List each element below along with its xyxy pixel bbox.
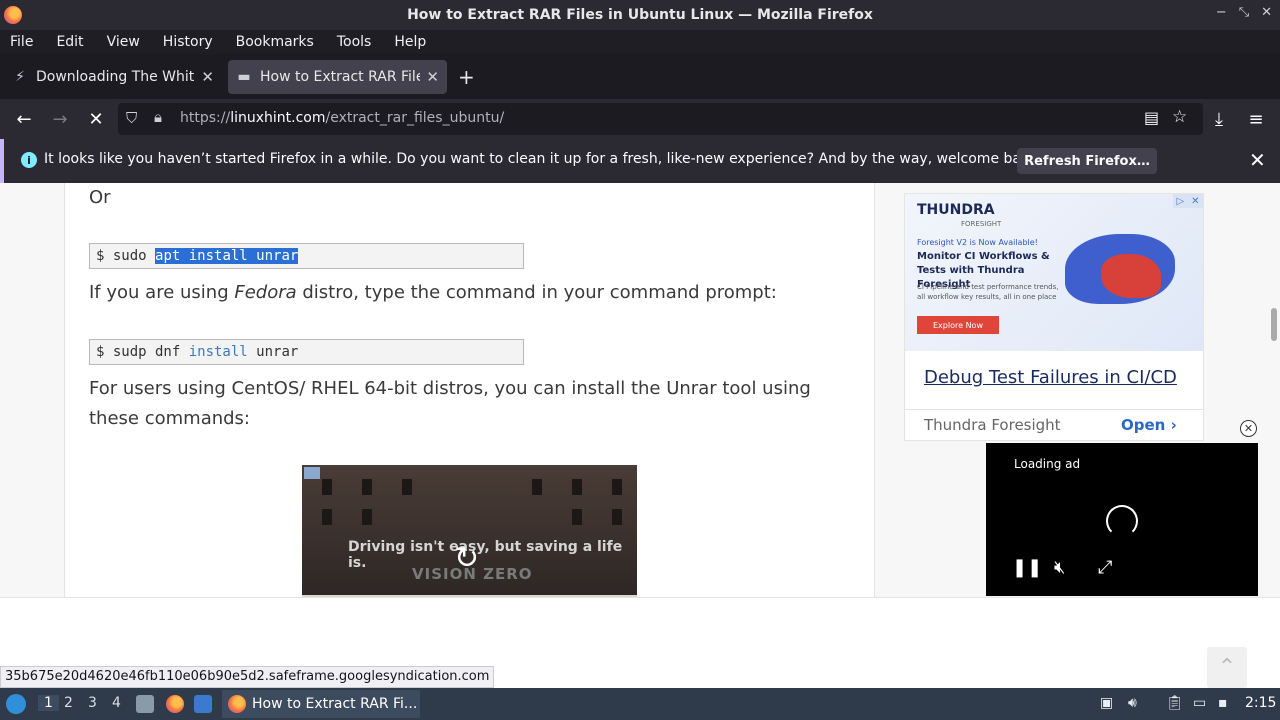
desktop-icon[interactable] [194,695,212,713]
clipboard-icon[interactable]: 📋︎ [1166,695,1184,711]
notification-tray-icon[interactable]: ▪ [1218,695,1228,711]
info-icon: i [21,152,37,168]
volume-icon[interactable]: 🔊︎ [1128,695,1137,711]
ad-explore-button[interactable]: Explore Now [917,316,999,334]
ad-brand: THUNDRA [917,202,995,218]
centos-paragraph-line2: these commands: [89,408,250,429]
fullscreen-icon[interactable]: ⤢ [1098,557,1112,578]
new-tab-icon[interactable]: + [458,65,475,89]
scroll-to-top-icon[interactable]: ⌃ [1207,647,1247,688]
notification-bar: i It looks like you haven’t started Fire… [0,139,1280,183]
replay-icon[interactable]: ↻ [454,541,479,576]
shield-icon[interactable]: ⛉ [126,109,137,127]
back-icon[interactable]: ← [12,107,36,131]
close-ad-icon[interactable]: ✕ [1240,420,1257,437]
loading-ad-text: Loading ad [1014,457,1081,471]
ad-advertiser: Thundra Foresight [924,416,1061,434]
firefox-logo-icon [4,6,22,24]
tab-bar: ⚡ Downloading The White L ✕ ▬ How to Ext… [0,54,1280,99]
firefox-launcher-icon[interactable] [166,695,184,713]
restore-icon[interactable]: ⤡ [1239,5,1249,20]
ad-small-text: Foresight V2 is Now Available! [917,238,1038,247]
window-titlebar: How to Extract RAR Files in Ubuntu Linux… [0,0,1280,30]
file-manager-icon[interactable] [136,695,154,713]
taskbar: 1 2 3 4 How to Extract RAR Fi... ▣ 🔊︎ 📋︎… [0,688,1280,720]
menu-view[interactable]: View [107,34,140,50]
close-tab-icon[interactable]: ✕ [201,68,214,86]
forward-icon[interactable]: → [48,107,72,131]
window-title: How to Extract RAR Files in Ubuntu Linux… [407,7,873,23]
workspace-3[interactable]: 3 [88,695,97,711]
navigation-toolbar: ← → ✕ ⛉ 🔒︎ https://linuxhint.com/extract… [0,99,1280,139]
centos-paragraph-line1: For users using CentOS/ RHEL 64-bit dist… [89,378,811,399]
close-notification-icon[interactable]: ✕ [1249,148,1266,172]
display-icon[interactable]: ▭ [1193,695,1206,711]
stop-icon[interactable]: ✕ [84,107,108,131]
taskbar-firefox-window[interactable]: How to Extract RAR Fi... [222,690,420,718]
close-tab-icon[interactable]: ✕ [426,68,439,86]
linuxhint-icon: ▬ [237,69,251,85]
page-scrollbar[interactable] [1271,308,1277,341]
bolt-icon: ⚡ [15,69,25,85]
minimize-icon[interactable]: − [1216,5,1227,20]
sidebar-ad[interactable]: THUNDRA FORESIGHT Foresight V2 is Now Av… [904,193,1204,441]
menu-tools[interactable]: Tools [337,34,372,50]
tray-updates-icon[interactable]: ▣ [1100,695,1113,711]
code-prompt: $ sudo [96,248,156,264]
pause-icon[interactable]: ❚❚ [1012,557,1042,578]
menu-help[interactable]: Help [394,34,426,50]
notification-message: It looks like you haven’t started Firefo… [44,151,1043,167]
menu-file[interactable]: File [10,34,33,50]
menu-edit[interactable]: Edit [56,34,83,50]
workspace-2[interactable]: 2 [64,695,73,711]
ad-link[interactable]: Debug Test Failures in CI/CD [924,367,1177,388]
window-controls: − ⤡ ✕ [1216,5,1272,20]
tab-label: Downloading The White L [36,69,195,85]
ad-brand-sub: FORESIGHT [961,220,1002,228]
ad-description: CI Pipeline and test performance trends,… [917,283,1059,301]
code-selected-text: apt install unrar [155,248,299,264]
task-label: How to Extract RAR Fi... [252,696,418,712]
status-link-url: 35b675e20d4620e46fb110e06b90e5d2.safefra… [0,666,495,688]
page-content: Or $ sudo apt install unrar If you are u… [0,183,1280,688]
refresh-firefox-button[interactable]: Refresh Firefox… [1017,148,1157,174]
reader-view-icon[interactable]: ▤ [1144,108,1159,127]
close-window-icon[interactable]: ✕ [1261,5,1272,20]
clock: 2:15 [1245,695,1277,711]
url-text[interactable]: https://linuxhint.com/extract_rar_files_… [180,110,504,126]
workspace-1[interactable]: 1 [38,695,59,711]
menu-bookmarks[interactable]: Bookmarks [236,34,314,50]
code-block-apt[interactable]: $ sudo apt install unrar [89,243,524,269]
code-block-dnf[interactable]: $ sudp dnf install unrar [89,339,524,365]
tab-downloading[interactable]: ⚡ Downloading The White L ✕ [4,60,222,94]
firefox-task-icon [228,695,246,713]
lock-icon[interactable]: 🔒︎ [154,108,162,126]
tab-label: How to Extract RAR Files [260,69,421,85]
ad-mascot-detail [1101,254,1161,298]
menu-history[interactable]: History [163,34,213,50]
loading-spinner-icon [1106,505,1138,537]
video-badge-icon [304,467,320,479]
downloads-icon[interactable]: ⤓ [1207,107,1231,131]
workspace-4[interactable]: 4 [112,695,121,711]
start-menu-icon[interactable] [6,694,26,714]
ad-image[interactable]: THUNDRA FORESIGHT Foresight V2 is Now Av… [905,194,1203,351]
tab-extract-rar[interactable]: ▬ How to Extract RAR Files ✕ [228,60,447,94]
url-bar[interactable]: ⛉ 🔒︎ https://linuxhint.com/extract_rar_f… [118,103,1203,135]
ad-open-button[interactable]: Open › [1121,416,1177,434]
fedora-paragraph: If you are using Fedora distro, type the… [89,282,777,303]
adchoices-icon[interactable]: ▷ ✕ [1173,194,1203,208]
bookmark-star-icon[interactable]: ☆ [1172,107,1187,127]
or-text: Or [89,187,111,208]
mute-icon[interactable]: 🔇︎ [1054,557,1065,578]
menu-bar: File Edit View History Bookmarks Tools H… [0,30,1280,54]
floating-video-ad[interactable]: Loading ad ❚❚ 🔇︎ ⤢ [986,443,1258,596]
hamburger-menu-icon[interactable]: ≡ [1244,107,1268,131]
ad-divider [905,409,1203,410]
